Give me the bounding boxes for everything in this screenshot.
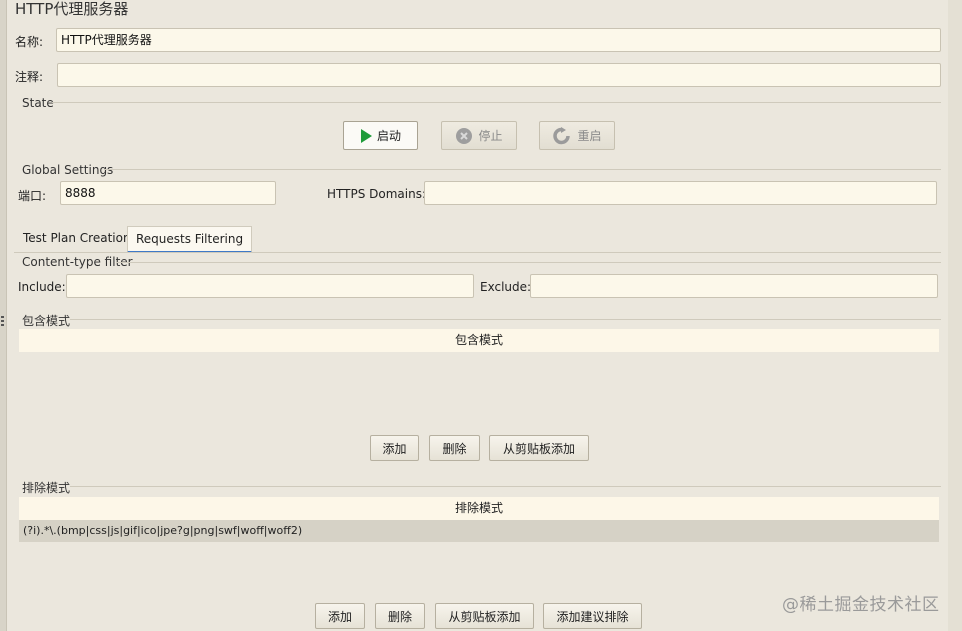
port-field[interactable]: 8888 (60, 181, 276, 205)
port-label: 端口: (18, 189, 47, 203)
play-icon (360, 128, 372, 143)
include-patterns-divider (70, 319, 941, 320)
restart-button-label: 重启 (577, 129, 602, 143)
left-splitter[interactable] (0, 0, 7, 631)
tab-requests-filtering[interactable]: Requests Filtering (127, 226, 253, 253)
https-domains-label: HTTPS Domains: (327, 187, 426, 201)
https-domains-field[interactable] (424, 181, 937, 205)
include-paste-button[interactable]: 从剪贴板添加 (489, 435, 589, 461)
splitter-grip-icon[interactable] (1, 316, 4, 326)
global-settings-label: Global Settings (22, 163, 114, 177)
add-suggested-excludes-button[interactable]: 添加建议排除 (543, 603, 642, 629)
include-label: Include: (18, 280, 66, 294)
restart-button[interactable]: 重启 (539, 121, 615, 150)
page-title: HTTP代理服务器 (15, 0, 129, 18)
exclude-field[interactable] (530, 274, 938, 298)
include-delete-button[interactable]: 删除 (429, 435, 480, 461)
stop-button[interactable]: 停止 (441, 121, 517, 150)
stop-icon (456, 127, 473, 144)
name-label: 名称: (15, 35, 44, 49)
exclude-table-header[interactable]: 排除模式 (19, 497, 939, 520)
exclude-patterns-divider (70, 486, 941, 487)
content-type-divider (116, 262, 941, 263)
exclude-add-button[interactable]: 添加 (315, 603, 365, 629)
exclude-delete-button[interactable]: 删除 (375, 603, 425, 629)
comment-field[interactable] (57, 63, 941, 87)
include-table-header[interactable]: 包含模式 (19, 329, 939, 352)
global-settings-divider (104, 169, 941, 170)
tab-test-plan-creation[interactable]: Test Plan Creation (17, 226, 137, 252)
table-row[interactable]: (?i).*\.(bmp|css|js|gif|ico|jpe?g|png|sw… (19, 520, 939, 542)
start-button-label: 启动 (376, 129, 401, 143)
stop-button-label: 停止 (478, 129, 503, 143)
exclude-patterns-label: 排除模式 (22, 481, 71, 495)
comment-label: 注释: (15, 70, 44, 84)
include-field[interactable] (66, 274, 474, 298)
right-scroll-edge (948, 0, 962, 631)
state-group-label: State (22, 96, 54, 110)
include-table-body[interactable] (19, 352, 939, 428)
include-add-button[interactable]: 添加 (370, 435, 419, 461)
watermark: @稀土掘金技术社区 (782, 595, 940, 615)
state-divider (52, 102, 941, 103)
tab-strip-divider (14, 252, 941, 253)
restart-icon (553, 126, 571, 144)
exclude-paste-button[interactable]: 从剪贴板添加 (435, 603, 534, 629)
include-patterns-label: 包含模式 (22, 314, 71, 328)
name-field[interactable]: HTTP代理服务器 (56, 28, 941, 52)
exclude-label: Exclude: (480, 280, 532, 294)
start-button[interactable]: 启动 (343, 121, 418, 150)
